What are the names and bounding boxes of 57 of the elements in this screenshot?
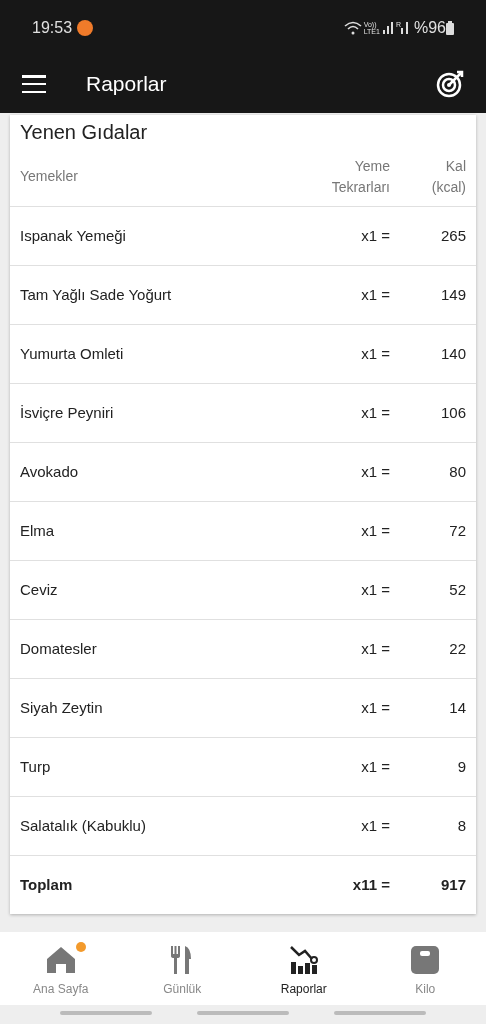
table-cell-text: Avokado xyxy=(20,461,80,482)
table-cell-text: Tam Yağlı Sade Yoğurt xyxy=(20,284,173,305)
table-cell-text: x1 = xyxy=(360,520,390,541)
scale-icon xyxy=(410,945,441,975)
nav-tab[interactable]: Raporlar xyxy=(243,932,365,1005)
table-cell-text: Siyah Zeytin xyxy=(20,697,104,718)
table-cell-text: 22 xyxy=(448,638,466,659)
table-cell-text: Turp xyxy=(20,756,52,777)
table-cell-text: 80 xyxy=(448,461,466,482)
table-cell-text: x1 = xyxy=(360,284,390,305)
home-icon xyxy=(45,945,76,975)
table-cell-text: Salatalık (Kabuklu) xyxy=(20,815,147,836)
table-cell-text: x1 = xyxy=(360,225,390,246)
table-cell-text: 14 xyxy=(448,697,466,718)
table-cell-text: x1 = xyxy=(360,638,390,659)
table-cell-text: 917 xyxy=(439,874,466,895)
column-header: Yemekler xyxy=(20,167,79,186)
battery-icon xyxy=(446,20,454,35)
table-cell-text: x1 = xyxy=(360,402,390,423)
nav-tab[interactable]: Günlük xyxy=(121,932,243,1005)
table-cell-text: 8 xyxy=(456,815,466,836)
table-cell-text: x1 = xyxy=(360,579,390,600)
table-cell-text: İsviçre Peyniri xyxy=(20,402,115,423)
table-cell-text: x1 = xyxy=(360,343,390,364)
signal-icon xyxy=(400,21,409,34)
table-cell-text: Ceviz xyxy=(20,579,59,600)
table-cell-text: 265 xyxy=(439,225,466,246)
table-cell-text: x1 = xyxy=(360,756,390,777)
table-cell-text: Yumurta Omleti xyxy=(20,343,125,364)
table-cell-text: x1 = xyxy=(360,697,390,718)
nav-tab[interactable]: Ana Sayfa xyxy=(0,932,122,1005)
table-cell-text: 72 xyxy=(448,520,466,541)
table-cell-text: Ispanak Yemeği xyxy=(20,225,127,246)
table-cell-text: 9 xyxy=(456,756,466,777)
table-cell-text: Toplam xyxy=(20,874,74,895)
wifi-icon xyxy=(343,20,362,35)
column-header: Yeme Tekrarları xyxy=(330,156,390,197)
signal-icon xyxy=(382,21,393,34)
column-header: Kal (kcal) xyxy=(430,156,466,197)
battery-percent: %96 xyxy=(413,17,446,38)
table-cell-text: Elma xyxy=(20,520,56,541)
table-cell-text: x1 = xyxy=(360,461,390,482)
table-cell-text: x1 = xyxy=(360,815,390,836)
menu-button[interactable] xyxy=(22,75,46,93)
card-title: Yenen Gıdalar xyxy=(19,120,149,145)
app-title: Raporlar xyxy=(86,71,167,98)
target-icon[interactable] xyxy=(436,70,464,98)
chart-icon xyxy=(288,945,319,975)
clock: 19:53 xyxy=(32,17,73,38)
table-cell-text: x11 = xyxy=(351,874,390,895)
table-cell-text: Domatesler xyxy=(20,638,98,659)
table-cell-text: 52 xyxy=(448,579,466,600)
table-cell-text: 106 xyxy=(439,402,466,423)
table-cell-text: 149 xyxy=(439,284,466,305)
nav-tab[interactable]: Kilo xyxy=(364,932,486,1005)
notification-icon xyxy=(77,19,94,36)
table-cell-text: 140 xyxy=(439,343,466,364)
